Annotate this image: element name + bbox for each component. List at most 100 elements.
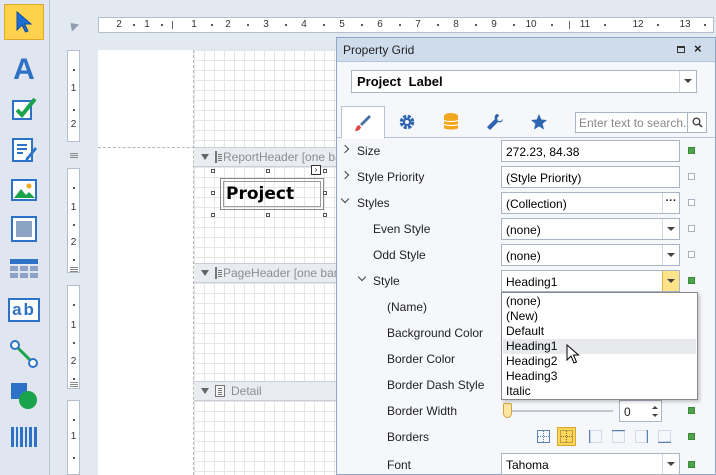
- dropdown-option-hovered[interactable]: Heading1: [503, 339, 696, 354]
- size-value-field[interactable]: 272.23, 84.38: [501, 140, 680, 162]
- ellipsis-button[interactable]: ···: [662, 193, 679, 213]
- font-dropdown[interactable]: Tahoma: [501, 453, 680, 475]
- ruler-dot: [361, 24, 363, 26]
- property-row-styles[interactable]: Styles (Collection) ···: [337, 190, 715, 216]
- collapse-arrow-icon[interactable]: [357, 272, 367, 282]
- restore-window-icon[interactable]: [677, 46, 685, 53]
- page-header-band-area[interactable]: [194, 283, 338, 381]
- toolbox-panel[interactable]: [4, 211, 44, 247]
- ruler-label: 11: [579, 19, 591, 30]
- band-icon: [215, 385, 225, 397]
- border-all-icon[interactable]: [534, 427, 553, 446]
- brush-icon: [355, 114, 371, 131]
- property-row-style[interactable]: Style Heading1: [337, 268, 715, 294]
- dropdown-option[interactable]: (none): [503, 294, 696, 309]
- expand-arrow-icon[interactable]: [340, 170, 350, 180]
- property-search-input[interactable]: [576, 113, 686, 132]
- dropdown-option[interactable]: Italic: [503, 384, 696, 399]
- shape-icon: [11, 383, 37, 409]
- property-value: 272.23, 84.38: [506, 145, 580, 159]
- odd-style-dropdown[interactable]: (none): [501, 244, 680, 266]
- style-dropdown[interactable]: Heading1: [501, 270, 680, 292]
- detail-band-area[interactable]: [194, 401, 338, 475]
- property-row-size[interactable]: Size 272.23, 84.38: [337, 138, 715, 164]
- tab-favorites[interactable]: [517, 106, 561, 138]
- styles-value-field[interactable]: (Collection) ···: [501, 192, 680, 214]
- toolbox-line[interactable]: [4, 336, 44, 372]
- selection-handle[interactable]: [266, 169, 270, 173]
- smart-tag-button[interactable]: ›: [311, 165, 321, 175]
- property-value: Tahoma: [506, 458, 549, 472]
- property-row-font[interactable]: Font Tahoma: [337, 450, 715, 475]
- tab-appearance[interactable]: [341, 106, 385, 139]
- tab-tasks[interactable]: [473, 106, 517, 138]
- band-header-report-header[interactable]: ReportHeader [one band per report]: [194, 147, 338, 167]
- ruler-tick: [569, 21, 570, 29]
- toolbox-barcode[interactable]: [4, 419, 44, 455]
- selection-handle[interactable]: [323, 169, 327, 173]
- selection-handle[interactable]: [211, 191, 215, 195]
- property-grid-title-bar[interactable]: Property Grid ×: [337, 38, 715, 62]
- band-resize-grip[interactable]: [70, 267, 78, 272]
- style-priority-value-field[interactable]: (Style Priority): [501, 166, 680, 188]
- spin-down-icon[interactable]: [652, 414, 658, 417]
- band-header-page-header[interactable]: PageHeader [one band per page]: [194, 263, 338, 283]
- selection-handle[interactable]: [211, 213, 215, 217]
- spin-up-icon[interactable]: [652, 406, 658, 409]
- toolbox-shape[interactable]: [4, 378, 44, 414]
- property-value: (Style Priority): [506, 171, 582, 185]
- tab-data[interactable]: [429, 106, 473, 138]
- dropdown-option[interactable]: Heading2: [503, 354, 696, 369]
- ruler-dot: [73, 342, 75, 344]
- band-header-detail[interactable]: Detail: [194, 381, 338, 401]
- border-width-slider-thumb[interactable]: [503, 403, 512, 418]
- dropdown-option[interactable]: Heading3: [503, 369, 696, 384]
- dropdown-option[interactable]: (New): [503, 309, 696, 324]
- band-resize-grip[interactable]: [70, 153, 78, 158]
- border-bottom-icon[interactable]: [655, 427, 674, 446]
- toolbox-character-comb[interactable]: ab: [4, 292, 44, 328]
- ruler-dot: [285, 24, 287, 26]
- search-icon[interactable]: [687, 113, 706, 132]
- property-row-borders[interactable]: Borders: [337, 424, 715, 450]
- toolbox-picture-box[interactable]: [4, 172, 44, 208]
- border-none-icon[interactable]: [557, 427, 576, 446]
- border-width-slider-track[interactable]: [507, 410, 613, 412]
- ruler-dot: [513, 24, 515, 26]
- expand-arrow-icon[interactable]: [340, 144, 350, 154]
- band-resize-grip[interactable]: [70, 382, 78, 387]
- border-top-icon[interactable]: [609, 427, 628, 446]
- selection-handle[interactable]: [211, 169, 215, 173]
- chevron-down-icon[interactable]: [662, 271, 679, 291]
- property-row-border-width[interactable]: Border Width 0: [337, 398, 715, 424]
- chevron-down-icon[interactable]: [679, 71, 696, 92]
- property-row-odd-style[interactable]: Odd Style (none): [337, 242, 715, 268]
- selection-handle[interactable]: [323, 191, 327, 195]
- toolbox-rich-text[interactable]: [4, 132, 44, 168]
- band-collapse-arrow-icon: [201, 388, 209, 394]
- mouse-cursor-icon: [566, 344, 580, 364]
- object-selector-dropdown[interactable]: Project Label: [351, 70, 697, 93]
- dropdown-option[interactable]: Default: [503, 324, 696, 339]
- selection-handle[interactable]: [266, 213, 270, 217]
- close-icon[interactable]: ×: [694, 42, 702, 56]
- collapse-arrow-icon[interactable]: [340, 194, 350, 204]
- toolbox-checkbox[interactable]: [4, 91, 44, 127]
- panel-icon: [11, 216, 37, 242]
- report-label-control[interactable]: Project: [220, 178, 324, 210]
- chevron-down-icon[interactable]: [662, 219, 679, 239]
- even-style-dropdown[interactable]: (none): [501, 218, 680, 240]
- chevron-down-icon[interactable]: [662, 245, 679, 265]
- toolbox-label[interactable]: A: [4, 52, 44, 88]
- property-row-even-style[interactable]: Even Style (none): [337, 216, 715, 242]
- border-left-icon[interactable]: [586, 427, 605, 446]
- tab-behavior[interactable]: [385, 106, 429, 138]
- border-right-icon[interactable]: [632, 427, 651, 446]
- border-width-spin-editor[interactable]: 0: [619, 400, 662, 422]
- property-row-style-priority[interactable]: Style Priority (Style Priority): [337, 164, 715, 190]
- toolbox-pointer[interactable]: [4, 4, 44, 40]
- chevron-down-icon[interactable]: [662, 454, 679, 474]
- toolbox-table[interactable]: [4, 251, 44, 287]
- selection-handle[interactable]: [323, 213, 327, 217]
- ruler-label: 5: [339, 19, 345, 30]
